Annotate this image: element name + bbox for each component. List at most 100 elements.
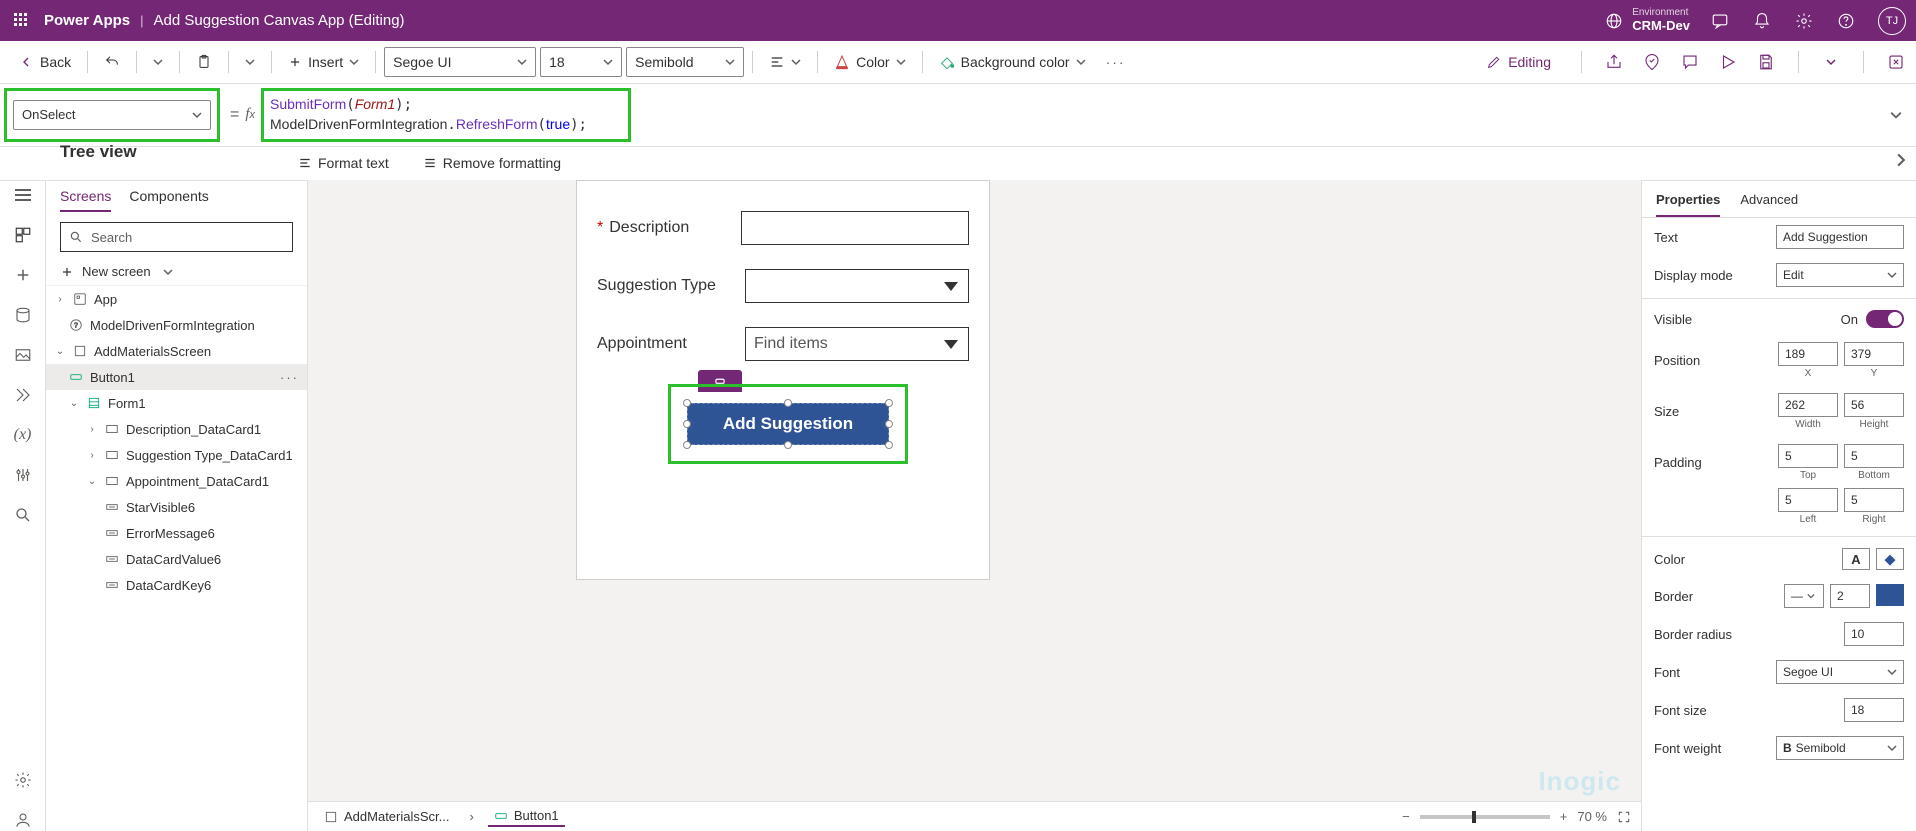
paste-button[interactable] bbox=[188, 50, 220, 74]
media-icon[interactable] bbox=[12, 344, 34, 366]
node-dc1[interactable]: › Description_DataCard1 bbox=[46, 416, 307, 442]
gear-icon[interactable] bbox=[1794, 11, 1814, 31]
help-icon[interactable] bbox=[1836, 11, 1856, 31]
advanced-icon[interactable] bbox=[12, 464, 34, 486]
prop-text-input[interactable]: Add Suggestion bbox=[1776, 225, 1904, 249]
checker-icon[interactable] bbox=[1642, 52, 1662, 72]
crumb-screen[interactable]: AddMaterialsScr... bbox=[318, 807, 456, 826]
node-button[interactable]: Button1 ··· bbox=[46, 364, 307, 390]
font-size-dropdown[interactable]: 18 bbox=[540, 47, 622, 77]
border-color-swatch[interactable] bbox=[1876, 584, 1904, 606]
feedback-icon[interactable] bbox=[1710, 11, 1730, 31]
suggestion-type-dropdown[interactable] bbox=[745, 269, 969, 303]
align-button[interactable] bbox=[761, 50, 809, 74]
zoom-slider[interactable] bbox=[1420, 815, 1550, 819]
pos-x-input[interactable]: 189 bbox=[1778, 342, 1838, 366]
overflow-button[interactable]: ··· bbox=[1098, 50, 1134, 74]
format-text-button[interactable]: Format text bbox=[290, 151, 397, 175]
node-dcv[interactable]: DataCardValue6 bbox=[46, 546, 307, 572]
font-dropdown[interactable]: Segoe UI bbox=[384, 47, 536, 77]
comment-icon[interactable] bbox=[1680, 52, 1700, 72]
save-icon[interactable] bbox=[1756, 52, 1776, 72]
save-menu[interactable] bbox=[1821, 52, 1841, 72]
prop-mode-dropdown[interactable]: Edit bbox=[1776, 263, 1904, 287]
search-input[interactable]: Search bbox=[60, 222, 293, 252]
settings-rail-icon[interactable] bbox=[12, 769, 34, 791]
crumb-button[interactable]: Button1 bbox=[488, 806, 565, 827]
play-icon[interactable] bbox=[1718, 52, 1738, 72]
formula-expand-icon[interactable] bbox=[1890, 109, 1902, 121]
pad-right-input[interactable]: 5 bbox=[1844, 488, 1904, 512]
color-button[interactable]: Color bbox=[826, 50, 913, 74]
font-weight-dropdown-prop[interactable]: BSemibold bbox=[1776, 736, 1904, 760]
size-w-input[interactable]: 262 bbox=[1778, 393, 1838, 417]
node-dc3[interactable]: ⌄ Appointment_DataCard1 bbox=[46, 468, 307, 494]
node-dc2[interactable]: › Suggestion Type_DataCard1 bbox=[46, 442, 307, 468]
tab-advanced[interactable]: Advanced bbox=[1740, 188, 1798, 217]
variables-icon[interactable]: (x) bbox=[12, 424, 34, 446]
flows-icon[interactable] bbox=[12, 384, 34, 406]
node-dck[interactable]: DataCardKey6 bbox=[46, 572, 307, 598]
size-h-input[interactable]: 56 bbox=[1844, 393, 1904, 417]
fill-color-swatch[interactable] bbox=[1876, 548, 1904, 570]
avatar[interactable]: TJ bbox=[1878, 7, 1906, 35]
back-button[interactable]: Back bbox=[10, 50, 79, 74]
bgcolor-button[interactable]: Background color bbox=[931, 50, 1094, 74]
search-rail-icon[interactable] bbox=[12, 504, 34, 526]
font-dropdown-prop[interactable]: Segoe UI bbox=[1776, 660, 1904, 684]
node-app[interactable]: › App bbox=[46, 286, 307, 312]
font-size-value: 18 bbox=[1851, 703, 1864, 717]
formula-highlight: SubmitForm(Form1); ModelDrivenFormIntegr… bbox=[261, 88, 631, 142]
node-menu-icon[interactable]: ··· bbox=[280, 370, 299, 385]
zoom-out-icon[interactable]: − bbox=[1402, 809, 1410, 824]
fullscreen-icon[interactable] bbox=[1617, 810, 1631, 824]
insert-button[interactable]: Insert bbox=[280, 50, 367, 74]
property-dropdown[interactable]: OnSelect bbox=[13, 100, 211, 130]
tab-properties[interactable]: Properties bbox=[1656, 188, 1720, 217]
node-screen[interactable]: ⌄ AddMaterialsScreen bbox=[46, 338, 307, 364]
tab-screens[interactable]: Screens bbox=[60, 182, 111, 212]
publish-icon[interactable] bbox=[1886, 52, 1906, 72]
pad-bottom-input[interactable]: 5 bbox=[1844, 444, 1904, 468]
fx-icon[interactable]: fx bbox=[245, 106, 255, 123]
node-mdfi[interactable]: ? ModelDrivenFormIntegration bbox=[46, 312, 307, 338]
add-suggestion-button[interactable]: Add Suggestion bbox=[687, 403, 889, 445]
remove-formatting-button[interactable]: Remove formatting bbox=[415, 151, 569, 175]
canvas[interactable]: * Description Suggestion Type Appointmen… bbox=[308, 180, 1641, 831]
share-icon[interactable] bbox=[1604, 52, 1624, 72]
border-width-input[interactable]: 2 bbox=[1830, 584, 1870, 608]
tab-components[interactable]: Components bbox=[129, 182, 208, 212]
visible-toggle[interactable] bbox=[1866, 310, 1904, 328]
paste-menu[interactable] bbox=[237, 53, 263, 71]
prop-text-value: Add Suggestion bbox=[1783, 230, 1868, 244]
undo-button[interactable] bbox=[96, 50, 128, 74]
font-weight-dropdown[interactable]: Semibold bbox=[626, 47, 744, 77]
tree-icon[interactable] bbox=[12, 224, 34, 246]
new-screen-button[interactable]: New screen bbox=[46, 258, 307, 286]
zoom-in-icon[interactable]: + bbox=[1560, 809, 1568, 824]
undo-menu[interactable] bbox=[145, 53, 171, 71]
description-input[interactable] bbox=[741, 211, 969, 245]
environment-picker[interactable]: Environment CRM-Dev bbox=[1604, 8, 1690, 33]
prop-visible-label: Visible bbox=[1654, 312, 1841, 327]
pad-top-input[interactable]: 5 bbox=[1778, 444, 1838, 468]
expand-icon[interactable] bbox=[1894, 153, 1908, 167]
border-style-dropdown[interactable]: — bbox=[1784, 584, 1824, 608]
node-form[interactable]: ⌄ Form1 bbox=[46, 390, 307, 416]
waffle-icon[interactable] bbox=[14, 13, 30, 29]
pos-y-input[interactable]: 379 bbox=[1844, 342, 1904, 366]
appointment-dropdown[interactable]: Find items bbox=[745, 327, 969, 361]
hamburger-icon[interactable] bbox=[12, 184, 34, 206]
node-sv[interactable]: StarVisible6 bbox=[46, 494, 307, 520]
font-size-input[interactable]: 18 bbox=[1844, 698, 1904, 722]
bell-icon[interactable] bbox=[1752, 11, 1772, 31]
virtual-agent-icon[interactable] bbox=[12, 809, 34, 831]
editing-mode[interactable]: Editing bbox=[1478, 50, 1559, 74]
formula-text[interactable]: SubmitForm(Form1); ModelDrivenFormIntegr… bbox=[270, 95, 622, 135]
insert-rail-icon[interactable] bbox=[12, 264, 34, 286]
data-icon[interactable] bbox=[12, 304, 34, 326]
pad-left-input[interactable]: 5 bbox=[1778, 488, 1838, 512]
border-radius-input[interactable]: 10 bbox=[1844, 622, 1904, 646]
node-em[interactable]: ErrorMessage6 bbox=[46, 520, 307, 546]
font-color-swatch[interactable]: A bbox=[1842, 548, 1870, 570]
